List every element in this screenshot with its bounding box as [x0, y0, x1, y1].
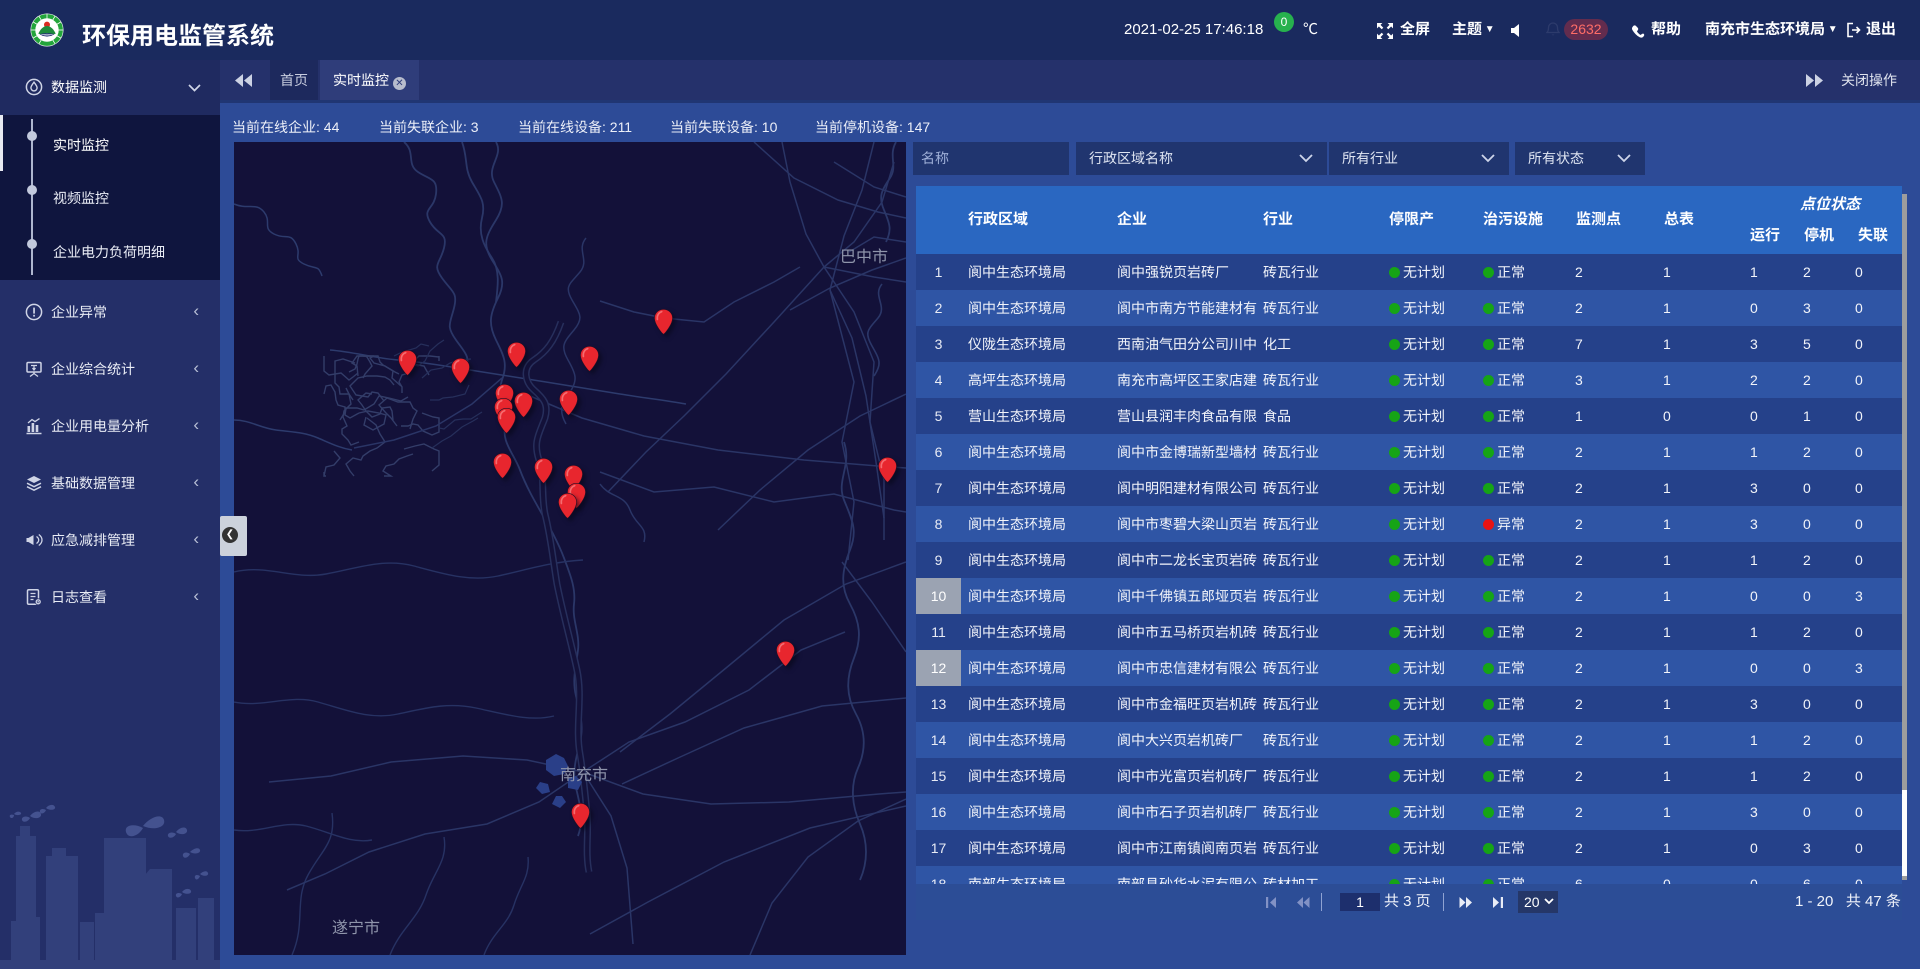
svg-text:遂宁市: 遂宁市 [332, 919, 380, 937]
svg-text:南充市: 南充市 [560, 766, 608, 784]
svg-text:巴中市: 巴中市 [840, 248, 888, 266]
